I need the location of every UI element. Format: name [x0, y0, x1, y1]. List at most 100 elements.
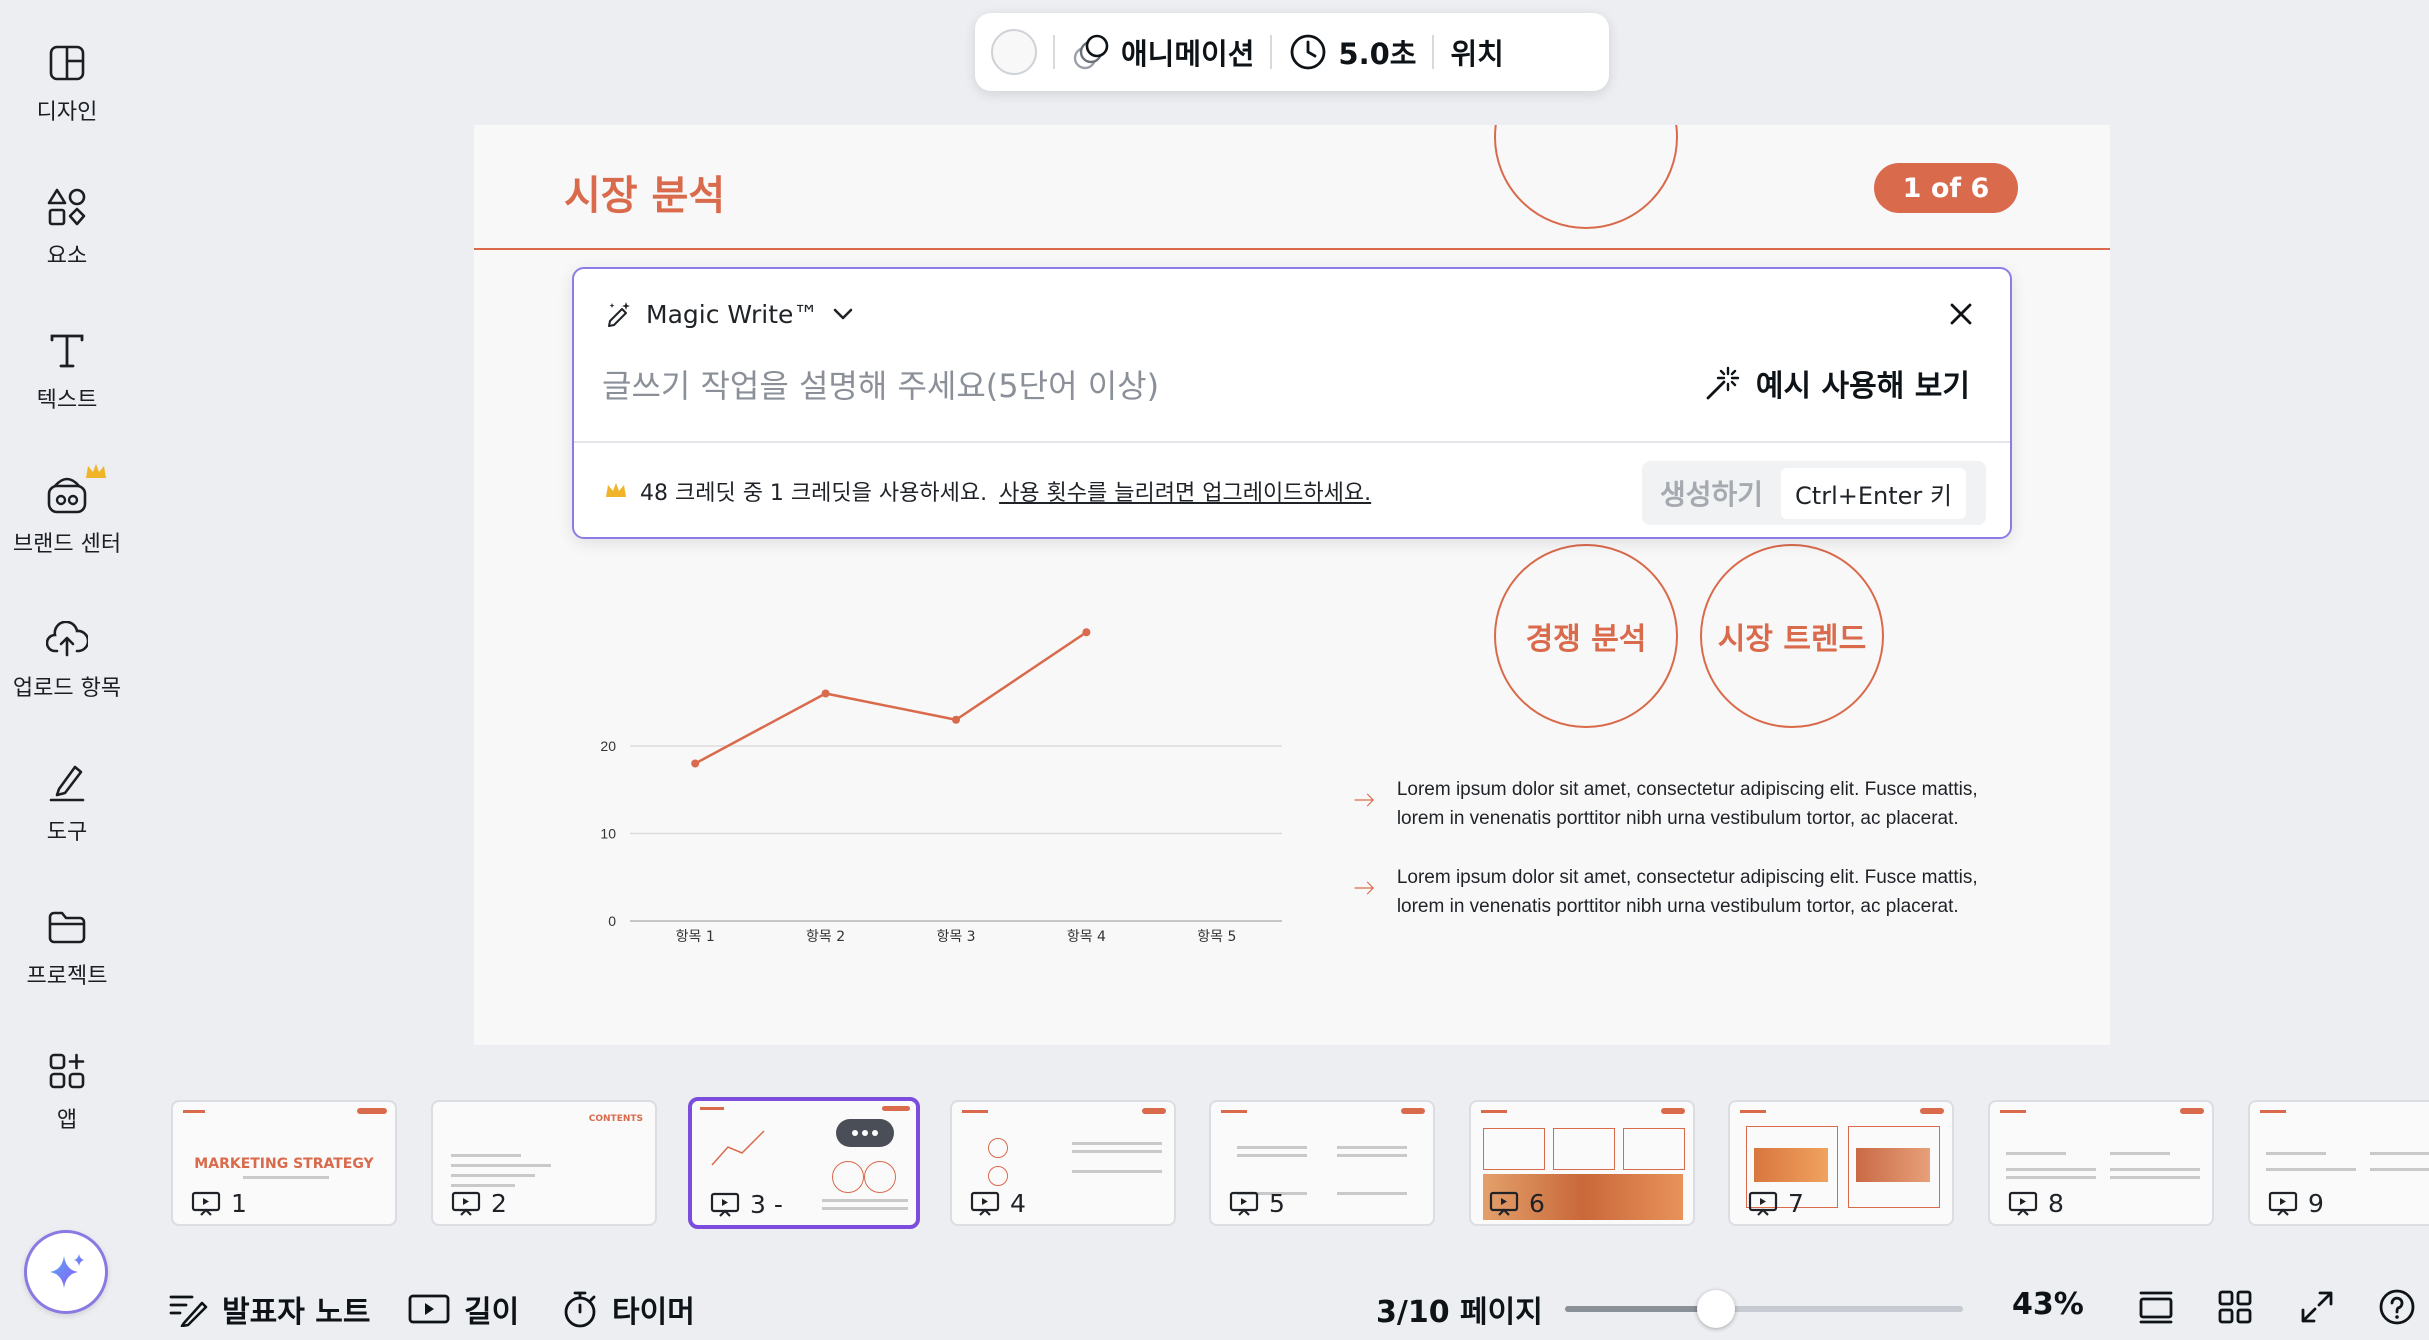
thumbnail-page-9[interactable]: 9 — [2248, 1100, 2429, 1226]
zoom-level[interactable]: 43% — [2012, 1287, 2084, 1322]
duration-button[interactable]: 5.0초 — [1288, 31, 1416, 73]
grid-view-button[interactable] — [2218, 1290, 2252, 1324]
expand-icon — [2301, 1291, 2333, 1323]
bullet-item[interactable]: Lorem ipsum dolor sit amet, consectetur … — [1354, 775, 1994, 833]
position-button[interactable]: 위치 — [1450, 31, 1503, 73]
toolbar-divider — [1432, 35, 1435, 69]
sidebar-item-label: 도구 — [46, 820, 88, 845]
sidebar-item-design[interactable]: 디자인 — [0, 40, 134, 126]
thumbnail-page-5[interactable]: 5 — [1209, 1100, 1435, 1226]
sidebar-item-elements[interactable]: 요소 — [0, 184, 134, 270]
x-tick-label: 항목 3 — [936, 929, 975, 945]
upgrade-link[interactable]: 사용 횟수를 늘리려면 업그레이드하세요. — [999, 475, 1371, 507]
draw-icon — [44, 760, 90, 806]
magic-assistant-button[interactable] — [24, 1230, 108, 1314]
magic-pen-icon — [608, 302, 630, 327]
page-indicator[interactable]: 3/10 페이지 — [1376, 1287, 1543, 1331]
elements-icon — [44, 184, 90, 230]
sidebar-item-projects[interactable]: 프로젝트 — [0, 904, 134, 990]
text-icon — [44, 328, 90, 374]
slide-badge[interactable]: 1 of 6 — [1874, 163, 2018, 213]
sidebar-item-text[interactable]: 텍스트 — [0, 328, 134, 414]
close-button[interactable] — [1948, 301, 1974, 327]
zoom-slider-fill — [1565, 1306, 1717, 1312]
magic-write-dropdown[interactable]: Magic Write™ — [604, 299, 856, 329]
presentation-icon — [970, 1191, 1000, 1216]
notes-icon — [169, 1295, 208, 1327]
prompt-input[interactable]: 글쓰기 작업을 설명해 주세요(5단어 이상) — [602, 361, 1159, 407]
bullet-text: Lorem ipsum dolor sit amet, consectetur … — [1396, 779, 1978, 829]
page-view-button[interactable] — [2138, 1290, 2174, 1324]
thumbnail-page-7[interactable]: 7 — [1728, 1100, 1954, 1226]
thumbnail-page-8[interactable]: 8 — [1988, 1100, 2214, 1226]
credit-text: 48 크레딧 중 1 크레딧을 사용하세요. — [640, 481, 988, 506]
duration-label: 5.0초 — [1338, 37, 1417, 71]
timer-button[interactable]: 타이머 — [562, 1287, 695, 1331]
sidebar-item-label: 업로드 항목 — [12, 676, 122, 701]
try-example-button[interactable]: 예시 사용해 보기 — [1704, 361, 1970, 405]
circle-trend[interactable]: 시장 트렌드 — [1700, 544, 1884, 728]
apps-icon — [44, 1048, 90, 1094]
sidebar-item-uploads[interactable]: 업로드 항목 — [0, 616, 134, 702]
upload-icon — [44, 616, 90, 662]
arrow-right-icon — [1354, 793, 1374, 807]
thumbnail-page-1[interactable]: MARKETING STRATEGY 1 — [171, 1100, 397, 1226]
thumbnail-number: 3 - — [710, 1190, 783, 1219]
brand-icon — [44, 464, 106, 518]
thumbnail-number: 6 — [1489, 1189, 1545, 1218]
x-tick-label: 항목 4 — [1067, 929, 1106, 945]
presentation-icon — [451, 1191, 481, 1216]
fullscreen-button[interactable] — [2300, 1290, 2334, 1324]
thumbnail-number: 4 — [970, 1189, 1026, 1218]
toolbar-divider — [1270, 35, 1273, 69]
toolbar-divider — [1053, 35, 1055, 69]
x-tick-label: 항목 1 — [676, 929, 715, 945]
try-example-label: 예시 사용해 보기 — [1755, 369, 1970, 404]
more-options-button[interactable] — [836, 1119, 894, 1147]
magic-wand-icon — [1706, 366, 1740, 400]
sidebar-item-label: 요소 — [46, 244, 88, 269]
thumbnail-page-2[interactable]: CONTENTS 2 — [431, 1100, 657, 1226]
chart-point — [691, 759, 700, 768]
thumbnail-page-3-selected[interactable]: 3 - — [688, 1097, 920, 1229]
duration-toggle-label: 길이 — [464, 1295, 520, 1330]
sidebar-item-apps[interactable]: 앱 — [0, 1048, 134, 1134]
crown-icon — [86, 464, 106, 478]
credit-info: 48 크레딧 중 1 크레딧을 사용하세요. 사용 횟수를 늘리려면 업그레이드… — [604, 475, 1371, 507]
presentation-icon — [1748, 1191, 1778, 1216]
chevron-down-icon — [834, 308, 853, 320]
circle-competition[interactable]: 경쟁 분석 — [1494, 544, 1678, 728]
crown-icon — [606, 483, 626, 497]
presentation-icon — [1229, 1191, 1259, 1216]
zoom-level-label: 43% — [2012, 1287, 2084, 1322]
sidebar-item-brand[interactable]: 브랜드 센터 — [0, 464, 134, 558]
speaker-notes-button[interactable]: 발표자 노트 — [168, 1287, 370, 1331]
animate-button[interactable]: 애니메이션 — [1071, 31, 1254, 73]
thumbnail-number: 7 — [1748, 1189, 1804, 1218]
sparkle-icon — [50, 1254, 84, 1288]
decor-circle[interactable] — [1494, 125, 1678, 229]
design-icon — [44, 40, 90, 86]
color-swatch-button[interactable] — [991, 29, 1037, 75]
sidebar-item-label: 텍스트 — [36, 388, 98, 413]
thumbnail-page-6[interactable]: 6 — [1469, 1100, 1695, 1226]
duration-toggle-button[interactable]: 길이 — [408, 1287, 519, 1331]
single-page-view-icon — [2139, 1291, 2173, 1324]
thumbnail-page-4[interactable]: 4 — [950, 1100, 1176, 1226]
slide-canvas[interactable]: 시장 분석 1 of 6 0 10 20 항목 1 항목 2 항목 3 항목 4 항목 5 경… — [474, 125, 2110, 1045]
sidebar-item-draw[interactable]: 도구 — [0, 760, 134, 846]
bullet-text: Lorem ipsum dolor sit amet, consectetur … — [1396, 867, 1978, 917]
magic-write-title: Magic Write™ — [646, 299, 819, 329]
help-button[interactable] — [2378, 1288, 2416, 1326]
magic-write-panel: Magic Write™ 글쓰기 작업을 설명해 주세요(5단어 이상) 예시 … — [572, 267, 2012, 539]
line-chart[interactable]: 0 10 20 항목 1 항목 2 항목 3 항목 4 항목 5 — [474, 125, 1334, 1045]
presentation-icon — [2008, 1191, 2038, 1216]
thumbnail-number: 2 — [451, 1189, 507, 1218]
clock-icon — [1291, 34, 1326, 70]
zoom-slider[interactable] — [1565, 1290, 1963, 1328]
sidebar-item-label: 브랜드 센터 — [12, 532, 122, 557]
generate-button[interactable]: 생성하기 Ctrl+Enter 키 — [1642, 461, 1986, 525]
zoom-slider-handle[interactable] — [1697, 1290, 1736, 1328]
bullet-item[interactable]: Lorem ipsum dolor sit amet, consectetur … — [1354, 863, 1994, 921]
chart-point — [821, 689, 830, 698]
